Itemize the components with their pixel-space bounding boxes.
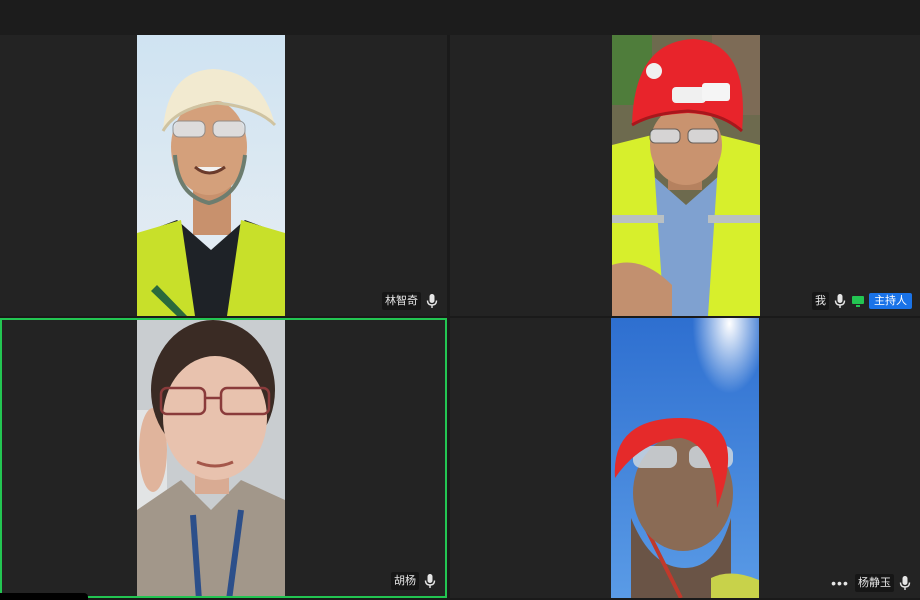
mic-icon[interactable] (423, 573, 437, 589)
video-tile-3[interactable]: 胡杨 (0, 318, 447, 598)
participant-video-feed (137, 320, 285, 596)
meeting-window: 林智奇 我 主持人 胡杨 ••• 杨静玉 (0, 0, 920, 600)
participant-name-bar: ••• 杨静玉 (829, 574, 912, 592)
mic-icon[interactable] (425, 293, 439, 309)
screen-share-icon (851, 294, 865, 308)
mic-icon[interactable] (898, 575, 912, 591)
participant-name: 林智奇 (382, 292, 421, 310)
bottom-toolbar-edge (0, 593, 88, 600)
participant-video (137, 320, 285, 596)
more-options-icon[interactable]: ••• (829, 574, 851, 592)
participant-video (611, 318, 759, 598)
participant-name: 胡杨 (391, 572, 419, 590)
participant-name-bar: 林智奇 (382, 292, 439, 310)
participant-video-feed (611, 318, 759, 598)
video-tile-1[interactable]: 林智奇 (0, 35, 447, 316)
participant-video-feed (137, 35, 285, 316)
participant-name-bar: 胡杨 (391, 572, 437, 590)
participant-name-bar: 我 主持人 (812, 292, 912, 310)
participant-video (137, 35, 285, 316)
top-bar (0, 0, 920, 35)
participant-video (612, 35, 760, 316)
mic-icon[interactable] (833, 293, 847, 309)
video-tile-2[interactable]: 我 主持人 (450, 35, 920, 316)
participant-name: 我 (812, 292, 829, 310)
participant-name: 杨静玉 (855, 574, 894, 592)
video-tile-4[interactable]: ••• 杨静玉 (450, 318, 920, 598)
host-badge: 主持人 (869, 293, 912, 309)
participant-video-feed (612, 35, 760, 316)
